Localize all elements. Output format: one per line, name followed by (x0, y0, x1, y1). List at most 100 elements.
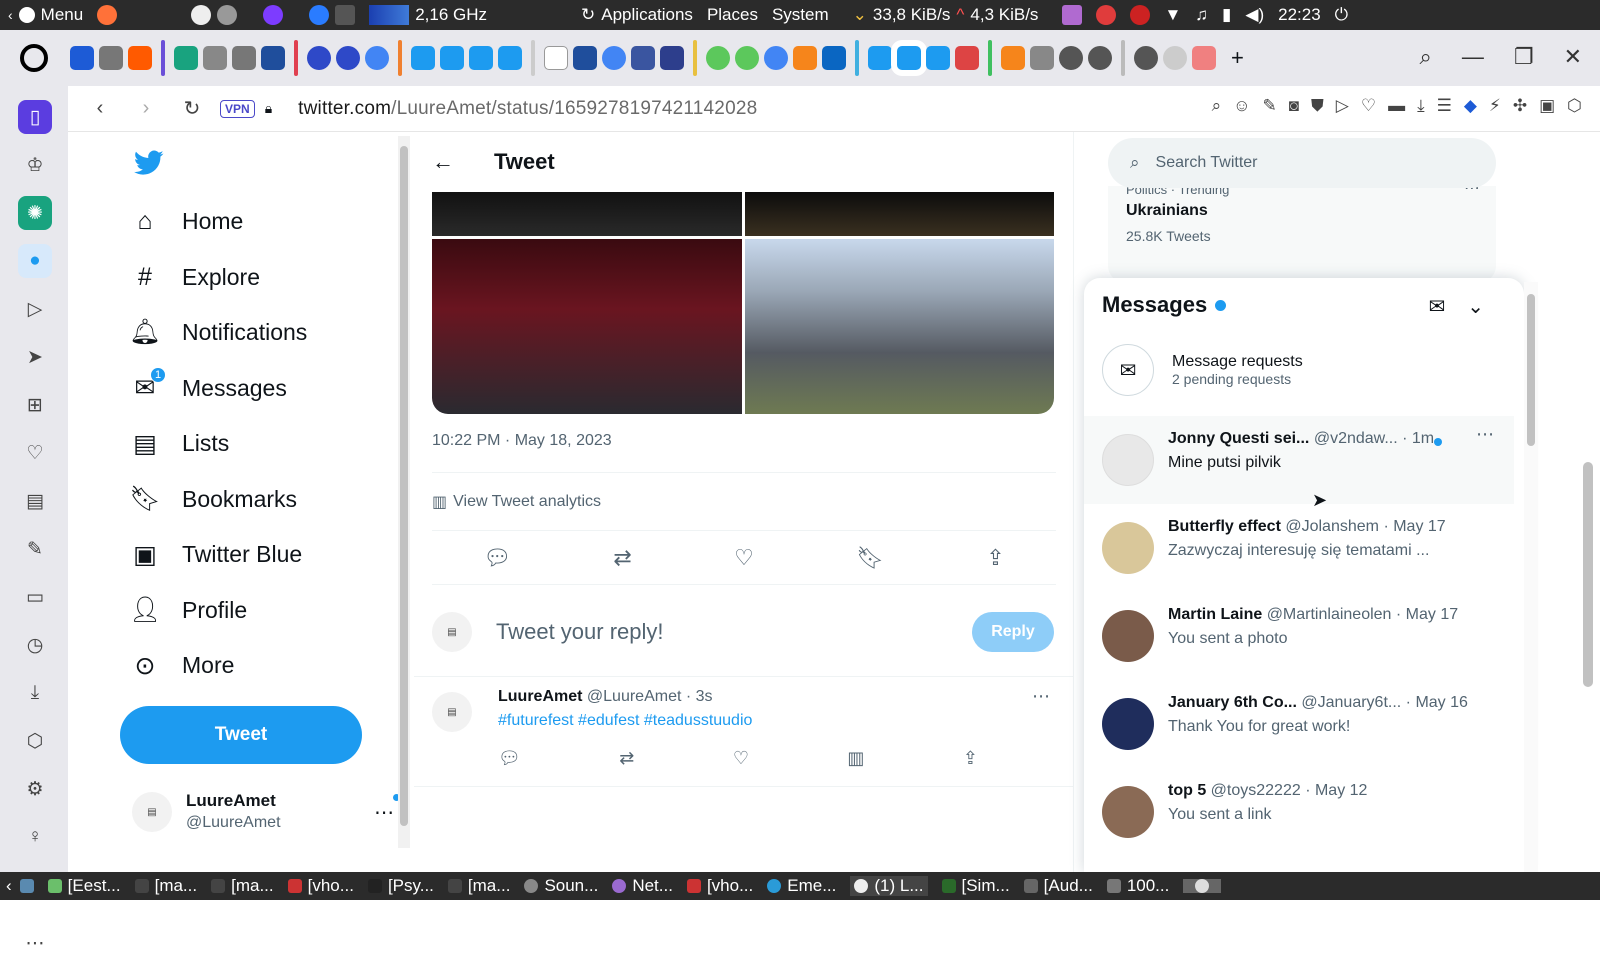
taskbar-item[interactable]: Eme... (767, 876, 836, 896)
reply-button[interactable]: Reply (972, 612, 1054, 652)
player-icon[interactable]: ▷ (18, 292, 52, 326)
opera-logo-icon[interactable] (20, 44, 48, 72)
photo-stage[interactable] (432, 192, 742, 236)
photo-building[interactable] (745, 239, 1054, 414)
applications-menu[interactable]: ↻ Applications (581, 5, 693, 25)
bookmark-icon[interactable]: 🔖︎ (856, 545, 884, 571)
tab-icon[interactable] (336, 46, 360, 70)
tab-icon[interactable] (1030, 46, 1054, 70)
clock[interactable]: 22:23 (1278, 5, 1321, 25)
tab-icon[interactable] (99, 46, 123, 70)
reply-input[interactable]: Tweet your reply! (496, 619, 664, 645)
camera-icon[interactable]: ◙ (1289, 96, 1299, 116)
nav-notifications[interactable]: 🔔︎ Notifications (129, 305, 307, 361)
account-switcher[interactable]: ▤ LuureAmet @LuureAmet ⋯ (132, 790, 400, 834)
box-icon[interactable]: ⬡ (18, 724, 52, 758)
reload-icon[interactable]: ↻ (178, 96, 206, 121)
photo-stage-lights[interactable] (745, 192, 1054, 236)
nav-bookmarks[interactable]: 🔖︎ Bookmarks (129, 472, 307, 528)
tab-icon[interactable] (822, 46, 846, 70)
reply-tweet[interactable]: ▤ LuureAmet @LuureAmet · 3s ⋯ #futurefes… (432, 686, 1056, 788)
tweet-photos[interactable] (432, 192, 1054, 414)
tray-icons[interactable]: ▼ ♫ ▮ ◀) (1062, 5, 1264, 25)
apps-icon[interactable]: ⊞ (18, 388, 52, 422)
restore-icon[interactable]: ❐ (1514, 44, 1534, 70)
tab-icon[interactable] (573, 46, 597, 70)
power-icon[interactable]: ⏻ (1335, 5, 1348, 25)
tab-icon[interactable] (868, 46, 892, 70)
search-tabs-icon[interactable]: ⌕ (1420, 44, 1432, 70)
tab-icon[interactable] (1192, 46, 1216, 70)
taskbar-item[interactable]: Net... (612, 876, 673, 896)
reader-icon[interactable]: ▯ (18, 100, 52, 134)
tab-icon[interactable] (793, 46, 817, 70)
reply-icon[interactable]: 💬︎ (483, 545, 511, 571)
taskbar-item[interactable]: 100... (1106, 876, 1169, 896)
page-scrollbar[interactable] (1580, 142, 1596, 864)
extension-icon[interactable]: ▣ (1539, 96, 1555, 116)
tab-icon[interactable] (232, 46, 256, 70)
nav-twitter-blue[interactable]: ▣ Twitter Blue (130, 527, 307, 583)
places-menu[interactable]: Places (707, 5, 758, 25)
tab-icon[interactable] (70, 46, 94, 70)
share-icon[interactable]: ⇪ (986, 545, 1004, 571)
crown-icon[interactable]: ♔ (18, 148, 52, 182)
download-icon[interactable]: ⤓ (1417, 96, 1425, 116)
close-icon[interactable]: ✕ (1564, 44, 1582, 70)
nav-explore[interactable]: # Explore (130, 250, 307, 306)
photo-audience[interactable] (432, 239, 742, 414)
views-icon[interactable]: ▥ (847, 748, 864, 769)
retweet-icon[interactable]: ⇄ (619, 748, 634, 769)
tab-icon[interactable] (631, 46, 655, 70)
search-input[interactable]: ⌕ Search Twitter (1108, 138, 1496, 188)
zoom-icon[interactable]: ⌕ (1212, 96, 1222, 116)
nav-profile[interactable]: 👤︎ Profile (129, 583, 307, 639)
conversation-item[interactable]: Martin Laine @Martinlaineolen · May 17 Y… (1084, 592, 1514, 680)
trend-item[interactable]: Politics · Trending ⋯ Ukrainians 25.8K T… (1108, 180, 1496, 282)
tab-icon[interactable] (735, 46, 759, 70)
send-icon[interactable]: ➤ (18, 340, 52, 374)
taskbar-item[interactable]: [Aud... (1023, 876, 1093, 896)
taskbar-item[interactable]: Soun... (524, 876, 598, 896)
taskbar-item[interactable]: [vho... (686, 876, 753, 896)
settings-icon[interactable]: ☰ (1437, 96, 1452, 116)
tab-icon[interactable] (203, 46, 227, 70)
tab-icon[interactable] (1088, 46, 1112, 70)
left-scrollbar[interactable] (398, 136, 410, 848)
tab-active[interactable] (897, 46, 921, 70)
conversation-item[interactable]: Butterfly effect @Jolanshem · May 17 Zaz… (1084, 504, 1514, 592)
heart-icon[interactable]: ♡ (18, 436, 52, 470)
more-icon[interactable]: ⋯ (18, 926, 52, 960)
like-icon[interactable]: ♡ (733, 748, 749, 769)
conversation-item[interactable]: January 6th Co... @January6t... · May 16… (1084, 680, 1514, 768)
tab-icon[interactable] (128, 46, 152, 70)
tab-icon[interactable] (955, 46, 979, 70)
nav-lists[interactable]: ▤ Lists (130, 416, 307, 472)
message-requests[interactable]: ✉ Message requests 2 pending requests (1102, 344, 1303, 396)
retweet-icon[interactable]: ⇄ (613, 545, 631, 571)
like-icon[interactable]: ♡ (734, 545, 754, 571)
tab-icon[interactable] (307, 46, 331, 70)
hashtags[interactable]: #futurefest #edufest #teadusstuudio (498, 712, 752, 730)
tab-icon[interactable] (1059, 46, 1083, 70)
conversation-item[interactable]: top 5 @toys22222 · May 12 You sent a lin… (1084, 768, 1514, 856)
tab-icon[interactable] (365, 46, 389, 70)
more-dots-icon[interactable]: ⋯ (1476, 424, 1494, 445)
tab-icon[interactable] (1163, 46, 1187, 70)
puzzle-icon[interactable]: ✣ (1513, 96, 1527, 116)
nav-more[interactable]: ⊙ More (130, 638, 307, 694)
view-analytics-link[interactable]: ▥ View Tweet analytics (432, 492, 601, 512)
taskbar-item[interactable]: [Sim... (941, 876, 1010, 896)
vpn-badge[interactable]: VPN (220, 99, 255, 118)
tab-icon[interactable] (544, 46, 568, 70)
url-field[interactable]: twitter.com/LuureAmet/status/16592781974… (298, 98, 757, 120)
tab-icon[interactable] (440, 46, 464, 70)
minimize-icon[interactable]: — (1462, 44, 1484, 70)
forward-icon[interactable]: › (132, 97, 160, 120)
bulb-icon[interactable]: ♀ (18, 820, 52, 854)
shield-icon[interactable]: ⛊ (1311, 96, 1324, 116)
tab-icon[interactable] (261, 46, 285, 70)
new-message-icon[interactable]: ✉ (1428, 294, 1445, 319)
tray-apps-icons[interactable] (191, 5, 356, 25)
more-dots-icon[interactable]: ⋯ (374, 800, 394, 825)
